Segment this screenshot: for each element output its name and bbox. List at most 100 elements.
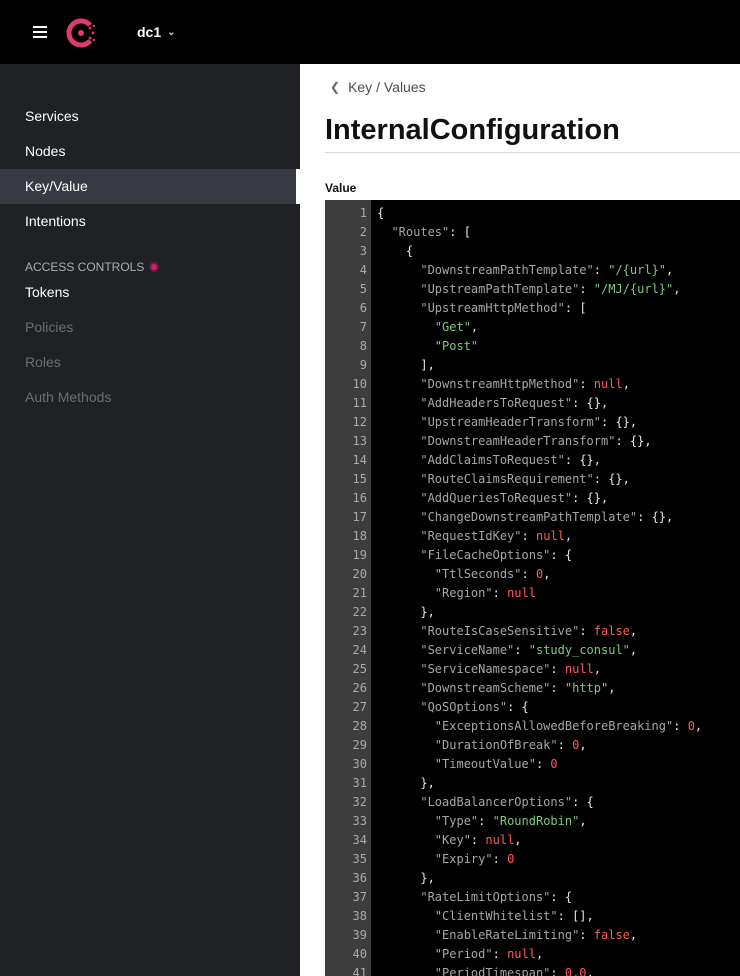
sidebar-item-nodes[interactable]: Nodes [0, 134, 300, 169]
code-line: 23 "RouteIsCaseSensitive": false, [325, 622, 740, 641]
line-number: 29 [352, 738, 367, 752]
code-line: 35 "Expiry": 0 [325, 850, 740, 869]
sidebar-item-services[interactable]: Services [0, 99, 300, 134]
code-line: 20 "TtlSeconds": 0, [325, 565, 740, 584]
code-line: 31 }, [325, 774, 740, 793]
line-number: 12 [352, 415, 367, 429]
code-text: "Period": null, [434, 947, 544, 961]
line-number: 10 [352, 377, 367, 391]
code-text: }, [377, 605, 435, 619]
code-text: "Post" [434, 339, 479, 353]
line-number: 9 [359, 358, 367, 372]
code-text: "Get", [434, 320, 479, 334]
line-number: 33 [352, 814, 367, 828]
code-line: 41 "PeriodTimespan": 0.0, [325, 964, 740, 976]
code-text: "ClientWhitelist": [], [434, 909, 594, 923]
line-number: 39 [352, 928, 367, 942]
datacenter-selector[interactable]: dc1 ⌄ [137, 24, 176, 40]
line-number: 5 [359, 282, 367, 296]
value-label: Value [325, 181, 357, 195]
code-text: "DurationOfBreak": 0, [434, 738, 587, 752]
line-number: 19 [352, 548, 367, 562]
code-text: "UpstreamPathTemplate": "/MJ/{url}", [420, 282, 681, 296]
line-number: 15 [352, 472, 367, 486]
code-line: 2 "Routes": [ [325, 223, 740, 242]
value-code-editor[interactable]: 1{2 "Routes": [3 {4 "DownstreamPathTempl… [325, 200, 740, 976]
code-line: 38 "ClientWhitelist": [], [325, 907, 740, 926]
line-number: 30 [352, 757, 367, 771]
menu-icon[interactable] [33, 26, 47, 38]
code-text: "Type": "RoundRobin", [434, 814, 587, 828]
code-line: 27 "QoSOptions": { [325, 698, 740, 717]
line-number: 6 [359, 301, 367, 315]
line-number: 38 [352, 909, 367, 923]
code-text: "Routes": [ [391, 225, 471, 239]
line-number: 4 [359, 263, 367, 277]
code-line: 21 "Region": null [325, 584, 740, 603]
code-text: "LoadBalancerOptions": { [420, 795, 594, 809]
line-number: 16 [352, 491, 367, 505]
code-text: "ServiceName": "study_consul", [420, 643, 638, 657]
line-number: 32 [352, 795, 367, 809]
code-line: 14 "AddClaimsToRequest": {}, [325, 451, 740, 470]
line-number: 13 [352, 434, 367, 448]
line-number: 2 [359, 225, 367, 239]
code-text: "Key": null, [434, 833, 522, 847]
sidebar-item-label: Policies [25, 319, 74, 335]
code-line: 37 "RateLimitOptions": { [325, 888, 740, 907]
sidebar-item-policies[interactable]: Policies [0, 310, 300, 345]
code-text: "RouteIsCaseSensitive": false, [420, 624, 638, 638]
line-number: 1 [359, 206, 367, 220]
breadcrumb-link[interactable]: Key / Values [348, 79, 426, 95]
code-line: 11 "AddHeadersToRequest": {}, [325, 394, 740, 413]
code-text: "Region": null [434, 586, 536, 600]
sidebar: Services Nodes Key/Value Intentions ACCE… [0, 64, 300, 976]
code-line: 29 "DurationOfBreak": 0, [325, 736, 740, 755]
line-number: 31 [352, 776, 367, 790]
line-number: 35 [352, 852, 367, 866]
line-number: 24 [352, 643, 367, 657]
sidebar-item-key-value[interactable]: Key/Value [0, 169, 300, 204]
code-text: "RequestIdKey": null, [420, 529, 573, 543]
code-text: "AddClaimsToRequest": {}, [420, 453, 601, 467]
code-text: "TtlSeconds": 0, [434, 567, 551, 581]
title-divider [325, 152, 740, 153]
breadcrumb[interactable]: ❮ Key / Values [330, 79, 426, 95]
sidebar-item-label: Nodes [25, 143, 66, 159]
page-title: InternalConfiguration [325, 114, 620, 146]
code-line: 32 "LoadBalancerOptions": { [325, 793, 740, 812]
sidebar-item-label: Tokens [25, 284, 70, 300]
code-line: 40 "Period": null, [325, 945, 740, 964]
line-number: 18 [352, 529, 367, 543]
code-text: { [377, 244, 414, 258]
code-text: "TimeoutValue": 0 [434, 757, 558, 771]
code-line: 3 { [325, 242, 740, 261]
code-text: "RateLimitOptions": { [420, 890, 573, 904]
consul-logo-icon[interactable] [66, 16, 100, 50]
code-text: "QoSOptions": { [420, 700, 529, 714]
code-text: "DownstreamScheme": "http", [420, 681, 616, 695]
code-line: 9 ], [325, 356, 740, 375]
sidebar-item-label: Auth Methods [25, 389, 112, 405]
code-text: }, [377, 776, 435, 790]
sidebar-item-auth-methods[interactable]: Auth Methods [0, 380, 300, 415]
sidebar-item-tokens[interactable]: Tokens [0, 275, 300, 310]
code-text: ], [377, 358, 435, 372]
code-line: 5 "UpstreamPathTemplate": "/MJ/{url}", [325, 280, 740, 299]
line-number: 25 [352, 662, 367, 676]
code-line: 15 "RouteClaimsRequirement": {}, [325, 470, 740, 489]
code-text: "AddHeadersToRequest": {}, [420, 396, 609, 410]
sidebar-item-intentions[interactable]: Intentions [0, 204, 300, 239]
code-line: 18 "RequestIdKey": null, [325, 527, 740, 546]
line-number: 41 [352, 966, 367, 976]
code-line: 19 "FileCacheOptions": { [325, 546, 740, 565]
code-line: 36 }, [325, 869, 740, 888]
code-text: "RouteClaimsRequirement": {}, [420, 472, 630, 486]
code-line: 22 }, [325, 603, 740, 622]
main-content: ❮ Key / Values InternalConfiguration Val… [300, 64, 740, 976]
line-number: 26 [352, 681, 367, 695]
code-text: "EnableRateLimiting": false, [434, 928, 638, 942]
sidebar-item-roles[interactable]: Roles [0, 345, 300, 380]
code-line: 26 "DownstreamScheme": "http", [325, 679, 740, 698]
code-line: 10 "DownstreamHttpMethod": null, [325, 375, 740, 394]
